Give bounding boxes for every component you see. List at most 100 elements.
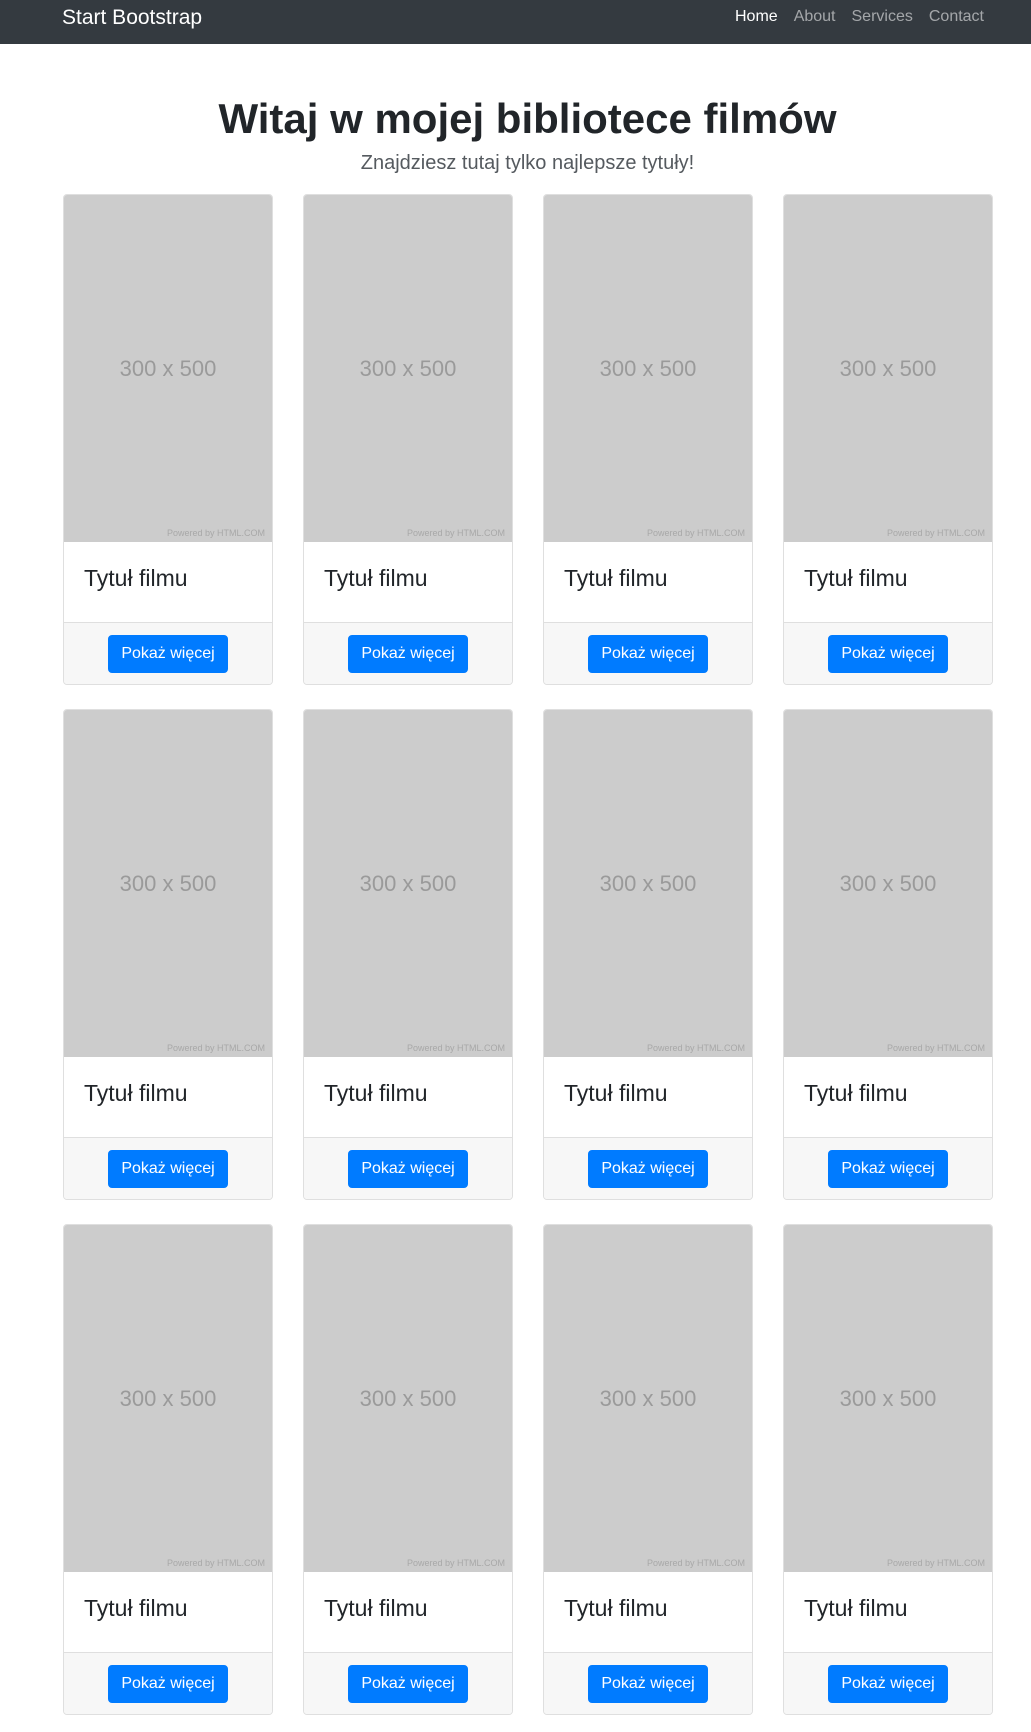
card-footer: Pokaż więcej (64, 622, 272, 684)
card-body: Tytuł filmu (544, 542, 752, 622)
movie-title: Tytuł filmu (324, 1595, 428, 1621)
movie-card: 300 x 500 Powered by HTML.COM Tytuł film… (783, 194, 993, 685)
poster-size-label: 300 x 500 (599, 871, 697, 896)
card-body: Tytuł filmu (64, 542, 272, 622)
movie-poster-placeholder: 300 x 500 Powered by HTML.COM (64, 710, 272, 1057)
card-footer: Pokaż więcej (784, 1652, 992, 1714)
poster-credit: Powered by HTML.COM (166, 1043, 265, 1053)
movie-card: 300 x 500 Powered by HTML.COM Tytuł film… (63, 709, 273, 1200)
show-more-button[interactable]: Pokaż więcej (828, 1664, 948, 1703)
show-more-button[interactable]: Pokaż więcej (588, 1149, 708, 1188)
poster-credit: Powered by HTML.COM (406, 528, 505, 538)
movie-poster-placeholder: 300 x 500 Powered by HTML.COM (304, 710, 512, 1057)
poster-size-label: 300 x 500 (359, 871, 457, 896)
poster-size-label: 300 x 500 (359, 1386, 457, 1411)
show-more-button[interactable]: Pokaż więcej (828, 1149, 948, 1188)
movie-poster-placeholder: 300 x 500 Powered by HTML.COM (544, 710, 752, 1057)
movie-poster-placeholder: 300 x 500 Powered by HTML.COM (784, 710, 992, 1057)
card-body: Tytuł filmu (304, 1572, 512, 1652)
show-more-button[interactable]: Pokaż więcej (588, 634, 708, 673)
poster-credit: Powered by HTML.COM (886, 528, 985, 538)
movie-card: 300 x 500 Powered by HTML.COM Tytuł film… (303, 709, 513, 1200)
card-footer: Pokaż więcej (784, 622, 992, 684)
nav-item-services: Services (852, 8, 913, 26)
card-body: Tytuł filmu (544, 1057, 752, 1137)
movie-title: Tytuł filmu (324, 1080, 428, 1106)
movie-poster-placeholder: 300 x 500 Powered by HTML.COM (304, 195, 512, 542)
show-more-button[interactable]: Pokaż więcej (588, 1664, 708, 1703)
poster-credit: Powered by HTML.COM (886, 1043, 985, 1053)
poster-size-label: 300 x 500 (839, 356, 937, 381)
card-body: Tytuł filmu (784, 1057, 992, 1137)
poster-credit: Powered by HTML.COM (166, 528, 265, 538)
show-more-button[interactable]: Pokaż więcej (348, 634, 468, 673)
nav-link-contact[interactable]: Contact (929, 8, 984, 25)
poster-size-label: 300 x 500 (839, 1386, 937, 1411)
poster-size-label: 300 x 500 (119, 1386, 217, 1411)
card-body: Tytuł filmu (544, 1572, 752, 1652)
movie-title: Tytuł filmu (564, 565, 668, 591)
show-more-button[interactable]: Pokaż więcej (828, 634, 948, 673)
movie-title: Tytuł filmu (564, 1080, 668, 1106)
card-footer: Pokaż więcej (544, 622, 752, 684)
movie-grid: 300 x 500 Powered by HTML.COM Tytuł film… (63, 194, 993, 1715)
movie-title: Tytuł filmu (564, 1595, 668, 1621)
nav-link-home[interactable]: Home (735, 8, 778, 25)
card-footer: Pokaż więcej (304, 622, 512, 684)
movie-title: Tytuł filmu (324, 565, 428, 591)
poster-credit: Powered by HTML.COM (406, 1558, 505, 1568)
card-footer: Pokaż więcej (64, 1652, 272, 1714)
card-body: Tytuł filmu (784, 542, 992, 622)
nav-item-about: About (794, 8, 836, 26)
movie-card: 300 x 500 Powered by HTML.COM Tytuł film… (63, 1224, 273, 1715)
nav-link-about[interactable]: About (794, 8, 836, 25)
movie-poster-placeholder: 300 x 500 Powered by HTML.COM (544, 195, 752, 542)
poster-size-label: 300 x 500 (839, 871, 937, 896)
movie-title: Tytuł filmu (84, 565, 188, 591)
nav-link-services[interactable]: Services (852, 8, 913, 25)
movie-poster-placeholder: 300 x 500 Powered by HTML.COM (784, 195, 992, 542)
poster-size-label: 300 x 500 (119, 871, 217, 896)
movie-card: 300 x 500 Powered by HTML.COM Tytuł film… (303, 194, 513, 685)
show-more-button[interactable]: Pokaż więcej (108, 1149, 228, 1188)
card-body: Tytuł filmu (304, 1057, 512, 1137)
movie-poster-placeholder: 300 x 500 Powered by HTML.COM (304, 1225, 512, 1572)
card-body: Tytuł filmu (784, 1572, 992, 1652)
movie-card: 300 x 500 Powered by HTML.COM Tytuł film… (543, 1224, 753, 1715)
nav-links: Home About Services Contact (735, 8, 984, 26)
show-more-button[interactable]: Pokaż więcej (348, 1149, 468, 1188)
movie-card: 300 x 500 Powered by HTML.COM Tytuł film… (63, 194, 273, 685)
card-footer: Pokaż więcej (784, 1137, 992, 1199)
card-footer: Pokaż więcej (544, 1652, 752, 1714)
poster-credit: Powered by HTML.COM (646, 1558, 745, 1568)
movie-card: 300 x 500 Powered by HTML.COM Tytuł film… (303, 1224, 513, 1715)
show-more-button[interactable]: Pokaż więcej (108, 634, 228, 673)
movie-card: 300 x 500 Powered by HTML.COM Tytuł film… (783, 709, 993, 1200)
page-subtitle: Znajdziesz tutaj tylko najlepsze tytuły! (360, 152, 695, 174)
poster-size-label: 300 x 500 (599, 356, 697, 381)
nav-item-home: Home (735, 8, 778, 26)
poster-credit: Powered by HTML.COM (646, 1043, 745, 1053)
poster-credit: Powered by HTML.COM (646, 528, 745, 538)
poster-size-label: 300 x 500 (119, 356, 217, 381)
poster-credit: Powered by HTML.COM (406, 1043, 505, 1053)
movie-card: 300 x 500 Powered by HTML.COM Tytuł film… (783, 1224, 993, 1715)
show-more-button[interactable]: Pokaż więcej (348, 1664, 468, 1703)
card-footer: Pokaż więcej (304, 1137, 512, 1199)
movie-title: Tytuł filmu (804, 1595, 908, 1621)
navbar-brand[interactable]: Start Bootstrap (62, 6, 202, 30)
poster-size-label: 300 x 500 (359, 356, 457, 381)
show-more-button[interactable]: Pokaż więcej (108, 1664, 228, 1703)
movie-title: Tytuł filmu (804, 565, 908, 591)
card-body: Tytuł filmu (64, 1572, 272, 1652)
movie-poster-placeholder: 300 x 500 Powered by HTML.COM (784, 1225, 992, 1572)
poster-credit: Powered by HTML.COM (886, 1558, 985, 1568)
movie-title: Tytuł filmu (804, 1080, 908, 1106)
movie-card: 300 x 500 Powered by HTML.COM Tytuł film… (543, 709, 753, 1200)
movie-poster-placeholder: 300 x 500 Powered by HTML.COM (64, 195, 272, 542)
poster-size-label: 300 x 500 (599, 1386, 697, 1411)
card-footer: Pokaż więcej (304, 1652, 512, 1714)
nav-item-contact: Contact (929, 8, 984, 26)
movie-card: 300 x 500 Powered by HTML.COM Tytuł film… (543, 194, 753, 685)
page-title: Witaj w mojej bibliotece filmów (218, 95, 837, 142)
